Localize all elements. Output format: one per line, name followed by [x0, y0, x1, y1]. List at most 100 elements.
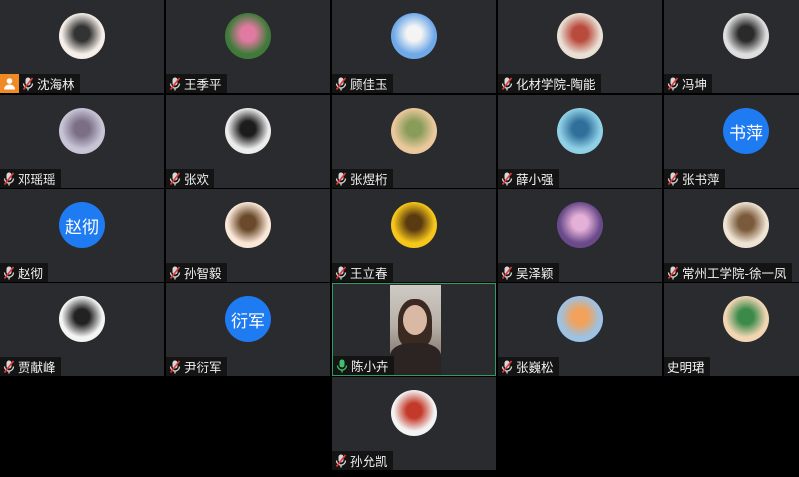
avatar — [723, 202, 769, 248]
participant-label: 顾佳玉 — [332, 74, 393, 93]
participant-tile[interactable]: 书萍张书萍 — [664, 95, 799, 188]
participant-label: 王季平 — [166, 74, 227, 93]
participant-name: 赵彻 — [18, 266, 44, 281]
participant-tile[interactable]: 赵彻 赵彻 — [0, 189, 164, 282]
participant-name: 贾献峰 — [18, 360, 56, 375]
participant-label: 尹衍军 — [166, 357, 227, 376]
participant-name: 王立春 — [350, 266, 388, 281]
participant-name: 尹衍军 — [184, 360, 222, 375]
participant-label: 张巍松 — [498, 357, 559, 376]
avatar — [225, 13, 271, 59]
participant-label: 邓瑶瑶 — [0, 169, 61, 188]
participant-tile[interactable]: 常州工学院-徐一凤 — [664, 189, 799, 282]
participant-label: 贾献峰 — [0, 357, 61, 376]
participant-name: 顾佳玉 — [350, 77, 388, 92]
mic-muted-icon — [335, 172, 347, 185]
avatar — [723, 13, 769, 59]
participant-label: 赵彻 — [0, 263, 49, 282]
participant-tile[interactable]: 孙允凯 — [332, 377, 496, 470]
participant-label: 陈小卉 — [333, 356, 394, 375]
avatar: 书萍 — [723, 108, 769, 154]
avatar-initials: 书萍 — [729, 123, 763, 144]
avatar: 衍军 — [225, 296, 271, 342]
avatar — [557, 13, 603, 59]
avatar — [391, 13, 437, 59]
mic-muted-icon — [3, 172, 15, 185]
participant-label: 张煜桁 — [332, 169, 393, 188]
participant-name: 张煜桁 — [350, 172, 388, 187]
mic-muted-icon — [667, 77, 679, 90]
participant-name: 孙允凯 — [350, 454, 388, 469]
participant-name: 张书萍 — [682, 172, 720, 187]
participant-tile[interactable]: 王季平 — [166, 0, 330, 93]
avatar — [59, 13, 105, 59]
participant-name: 史明珺 — [667, 360, 705, 375]
participant-tile[interactable]: 衍军尹衍军 — [166, 283, 330, 376]
mic-icon — [336, 359, 348, 372]
participant-name: 孙智毅 — [184, 266, 222, 281]
mic-muted-icon — [169, 77, 181, 90]
participant-label: 王立春 — [332, 263, 393, 282]
avatar — [391, 202, 437, 248]
mic-muted-icon — [667, 172, 679, 185]
avatar — [557, 108, 603, 154]
participant-name: 张欢 — [184, 172, 210, 187]
avatar — [391, 390, 437, 436]
participant-label: 吴泽颖 — [498, 263, 559, 282]
mic-muted-icon — [169, 172, 181, 185]
avatar-initials: 赵彻 — [65, 217, 99, 238]
participant-name: 陈小卉 — [351, 359, 389, 374]
participant-tile[interactable]: 吴泽颖 — [498, 189, 662, 282]
participant-label: 沈海林 — [19, 74, 80, 93]
participant-tile[interactable]: 孙智毅 — [166, 189, 330, 282]
avatar — [391, 108, 437, 154]
mic-muted-icon — [501, 360, 513, 373]
mic-muted-icon — [169, 360, 181, 373]
avatar — [59, 108, 105, 154]
participant-label: 化材学院-陶能 — [498, 74, 601, 93]
mic-muted-icon — [501, 77, 513, 90]
avatar — [557, 202, 603, 248]
participant-tile[interactable]: 王立春 — [332, 189, 496, 282]
participant-label: 冯坤 — [664, 74, 713, 93]
participant-tile[interactable]: 顾佳玉 — [332, 0, 496, 93]
mic-muted-icon — [169, 266, 181, 279]
participant-tile[interactable]: 张巍松 — [498, 283, 662, 376]
mic-muted-icon — [22, 77, 34, 90]
participant-name: 邓瑶瑶 — [18, 172, 56, 187]
avatar — [59, 296, 105, 342]
avatar — [225, 202, 271, 248]
participant-label: 张欢 — [166, 169, 215, 188]
participant-tile[interactable]: 史明珺 — [664, 283, 799, 376]
participant-label: 孙智毅 — [166, 263, 227, 282]
mic-muted-icon — [335, 266, 347, 279]
avatar — [723, 296, 769, 342]
participant-name: 张巍松 — [516, 360, 554, 375]
participant-tile[interactable]: 沈海林 — [0, 0, 164, 93]
participant-name: 冯坤 — [682, 77, 708, 92]
mic-muted-icon — [3, 266, 15, 279]
avatar — [557, 296, 603, 342]
participant-name: 常州工学院-徐一凤 — [682, 266, 787, 281]
participant-label: 张书萍 — [664, 169, 725, 188]
participant-name: 化材学院-陶能 — [516, 77, 596, 92]
participant-label: 常州工学院-徐一凤 — [664, 263, 792, 282]
participant-tile[interactable]: 冯坤 — [664, 0, 799, 93]
mic-muted-icon — [335, 77, 347, 90]
avatar-initials: 衍军 — [231, 311, 265, 332]
person-icon — [0, 74, 19, 93]
avatar: 赵彻 — [59, 202, 105, 248]
participant-tile[interactable]: 陈小卉 — [332, 283, 496, 376]
participant-tile[interactable]: 薛小强 — [498, 95, 662, 188]
participant-grid: 沈海林 王季平 顾佳玉 化材学院-陶能 冯坤 邓瑶瑶 张欢 张煜桁 薛小强 书萍 张书萍 赵彻 赵彻 孙智… — [0, 0, 799, 477]
avatar — [225, 108, 271, 154]
participant-tile[interactable]: 化材学院-陶能 — [498, 0, 662, 93]
participant-tile[interactable]: 贾献峰 — [0, 283, 164, 376]
participant-label: 薛小强 — [498, 169, 559, 188]
participant-tile[interactable]: 邓瑶瑶 — [0, 95, 164, 188]
mic-muted-icon — [335, 454, 347, 467]
participant-tile[interactable]: 张欢 — [166, 95, 330, 188]
participant-tile[interactable]: 张煜桁 — [332, 95, 496, 188]
participant-name: 王季平 — [184, 77, 222, 92]
participant-name: 薛小强 — [516, 172, 554, 187]
